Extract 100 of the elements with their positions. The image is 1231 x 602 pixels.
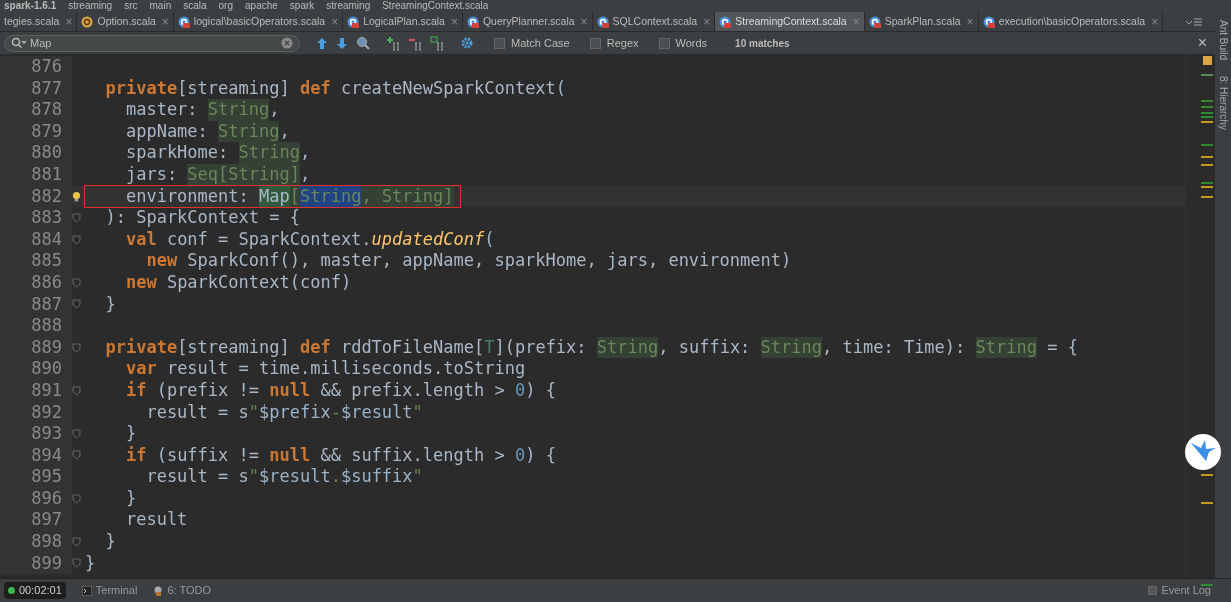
class-icon <box>719 15 732 28</box>
line-number: 880 <box>31 142 62 164</box>
close-icon[interactable]: × <box>966 12 974 31</box>
marker-stripe <box>1201 106 1213 108</box>
search-field[interactable]: Map <box>30 34 277 52</box>
line-number: 894 <box>31 444 62 467</box>
code-line: if (suffix != null && suffix.length > 0) { <box>124 444 556 467</box>
close-icon[interactable]: × <box>1197 31 1207 55</box>
breadcrumb-item[interactable]: main <box>149 0 172 12</box>
line-number: 881 <box>31 163 62 186</box>
magnifier-icon <box>356 36 370 50</box>
editor-tab[interactable]: StreamingContext.scala × <box>715 12 865 31</box>
close-icon[interactable]: × <box>161 12 169 31</box>
marker-stripe <box>1201 502 1213 504</box>
breadcrumb-item[interactable]: apache <box>245 0 278 12</box>
breadcrumb-item[interactable]: org <box>218 0 233 12</box>
marker-stripe <box>1201 182 1213 184</box>
code-line: } <box>124 423 137 445</box>
line-number: 885 <box>31 250 62 272</box>
breadcrumb-item[interactable]: src <box>124 0 138 12</box>
todo-icon <box>153 585 164 596</box>
tool-window-button[interactable]: 8: Hierarchy <box>1215 76 1231 130</box>
class-icon <box>466 15 479 28</box>
match-count: 10 matches <box>735 36 790 51</box>
marker-stripe <box>1201 116 1213 118</box>
code-line: private[streaming] def createNewSparkContext( <box>104 77 567 100</box>
breadcrumb-item[interactable]: spark-1.6.1 <box>4 0 57 12</box>
class-icon <box>177 15 190 28</box>
editor-tab[interactable]: QueryPlanner.scala × <box>462 12 593 31</box>
marker-stripe <box>1201 74 1213 76</box>
marker-stripe <box>1201 164 1213 166</box>
close-icon[interactable]: × <box>65 12 73 31</box>
code-line: } <box>85 552 96 575</box>
marker-stripe <box>1201 144 1213 146</box>
tool-window-button[interactable]: Event Log <box>1148 582 1211 599</box>
search-icon <box>11 37 26 49</box>
clear-icon <box>281 37 293 49</box>
class-icon <box>596 15 609 28</box>
object-icon <box>81 15 94 28</box>
warning-icon <box>1203 56 1212 65</box>
line-number: 888 <box>31 315 62 337</box>
checkbox[interactable]: Regex <box>589 34 639 52</box>
terminal-icon <box>81 585 92 596</box>
add-occurrence-icon <box>386 35 400 51</box>
close-icon[interactable]: × <box>450 12 458 31</box>
editor-tab[interactable]: execution\basicOperators.scala × <box>978 12 1164 31</box>
close-icon[interactable]: × <box>331 12 339 31</box>
line-number: 896 <box>31 487 62 510</box>
close-icon[interactable]: × <box>703 12 711 31</box>
code-line: sparkHome: String, <box>124 142 311 164</box>
editor-tab[interactable]: tegies.scala × <box>0 12 78 31</box>
tool-window-button[interactable]: Terminal <box>81 582 138 599</box>
line-number: 884 <box>31 228 62 251</box>
tab-list-icon <box>1185 15 1203 28</box>
arrow-down-icon <box>336 36 348 50</box>
line-number: 898 <box>31 531 62 553</box>
close-icon[interactable]: × <box>1151 12 1159 31</box>
editor-tab[interactable]: SparkPlan.scala × <box>864 12 979 31</box>
code-line: private[streaming] def rddToFileName[T](prefix: String, suffix: String, time: Time): String = { <box>104 336 1078 359</box>
arrow-up-icon <box>316 36 328 50</box>
code-line: ): SparkContext = { <box>104 207 300 229</box>
breadcrumb-item[interactable]: spark <box>289 0 315 12</box>
line-number: 895 <box>31 466 62 488</box>
checkbox[interactable]: Match Case <box>494 34 570 52</box>
line-number: 891 <box>31 379 62 402</box>
line-number: 883 <box>31 207 62 229</box>
line-number: 893 <box>31 423 62 445</box>
line-number: 876 <box>31 56 62 78</box>
tool-window-button[interactable]: 6: TODO <box>153 582 211 599</box>
marker-stripe <box>1201 584 1213 586</box>
code-line: } <box>104 531 116 553</box>
line-number: 887 <box>31 293 62 316</box>
line-number: 889 <box>31 336 62 359</box>
editor-tab[interactable]: LogicalPlan.scala × <box>343 12 463 31</box>
select-all-occurrences-icon <box>430 35 444 51</box>
line-number: 890 <box>31 358 62 380</box>
editor-tab[interactable]: logical\basicOperators.scala × <box>173 12 344 31</box>
search-box[interactable]: Map <box>4 34 300 52</box>
line-number: 878 <box>31 99 62 121</box>
class-icon <box>868 15 881 28</box>
checkbox[interactable]: Words <box>658 34 708 52</box>
tool-window-button[interactable]: Ant Build <box>1215 20 1231 61</box>
breadcrumb-item[interactable]: streaming <box>326 0 371 12</box>
marker-stripe <box>1201 121 1213 123</box>
code-line: new SparkContext(conf) <box>124 271 352 294</box>
marker-stripe <box>1201 156 1213 158</box>
line-number: 882 <box>31 185 62 208</box>
class-icon <box>347 15 360 28</box>
marker-stripe <box>1201 186 1213 188</box>
bird-icon <box>1185 434 1221 470</box>
editor-tab[interactable]: Option.scala × <box>77 12 174 31</box>
code-line: new SparkConf(), master, appName, sparkHome, jars, environment) <box>145 250 792 272</box>
breadcrumb-item[interactable]: streaming <box>68 0 113 12</box>
close-icon[interactable]: × <box>580 12 588 31</box>
code-line: if (prefix != null && prefix.length > 0) { <box>124 379 556 402</box>
breadcrumb-item[interactable]: scala <box>183 0 207 12</box>
breadcrumb-item[interactable]: StreamingContext.scala <box>382 0 489 12</box>
line-number: 879 <box>31 120 62 143</box>
code-line: appName: String, <box>124 120 290 143</box>
code-line: } <box>124 487 137 510</box>
